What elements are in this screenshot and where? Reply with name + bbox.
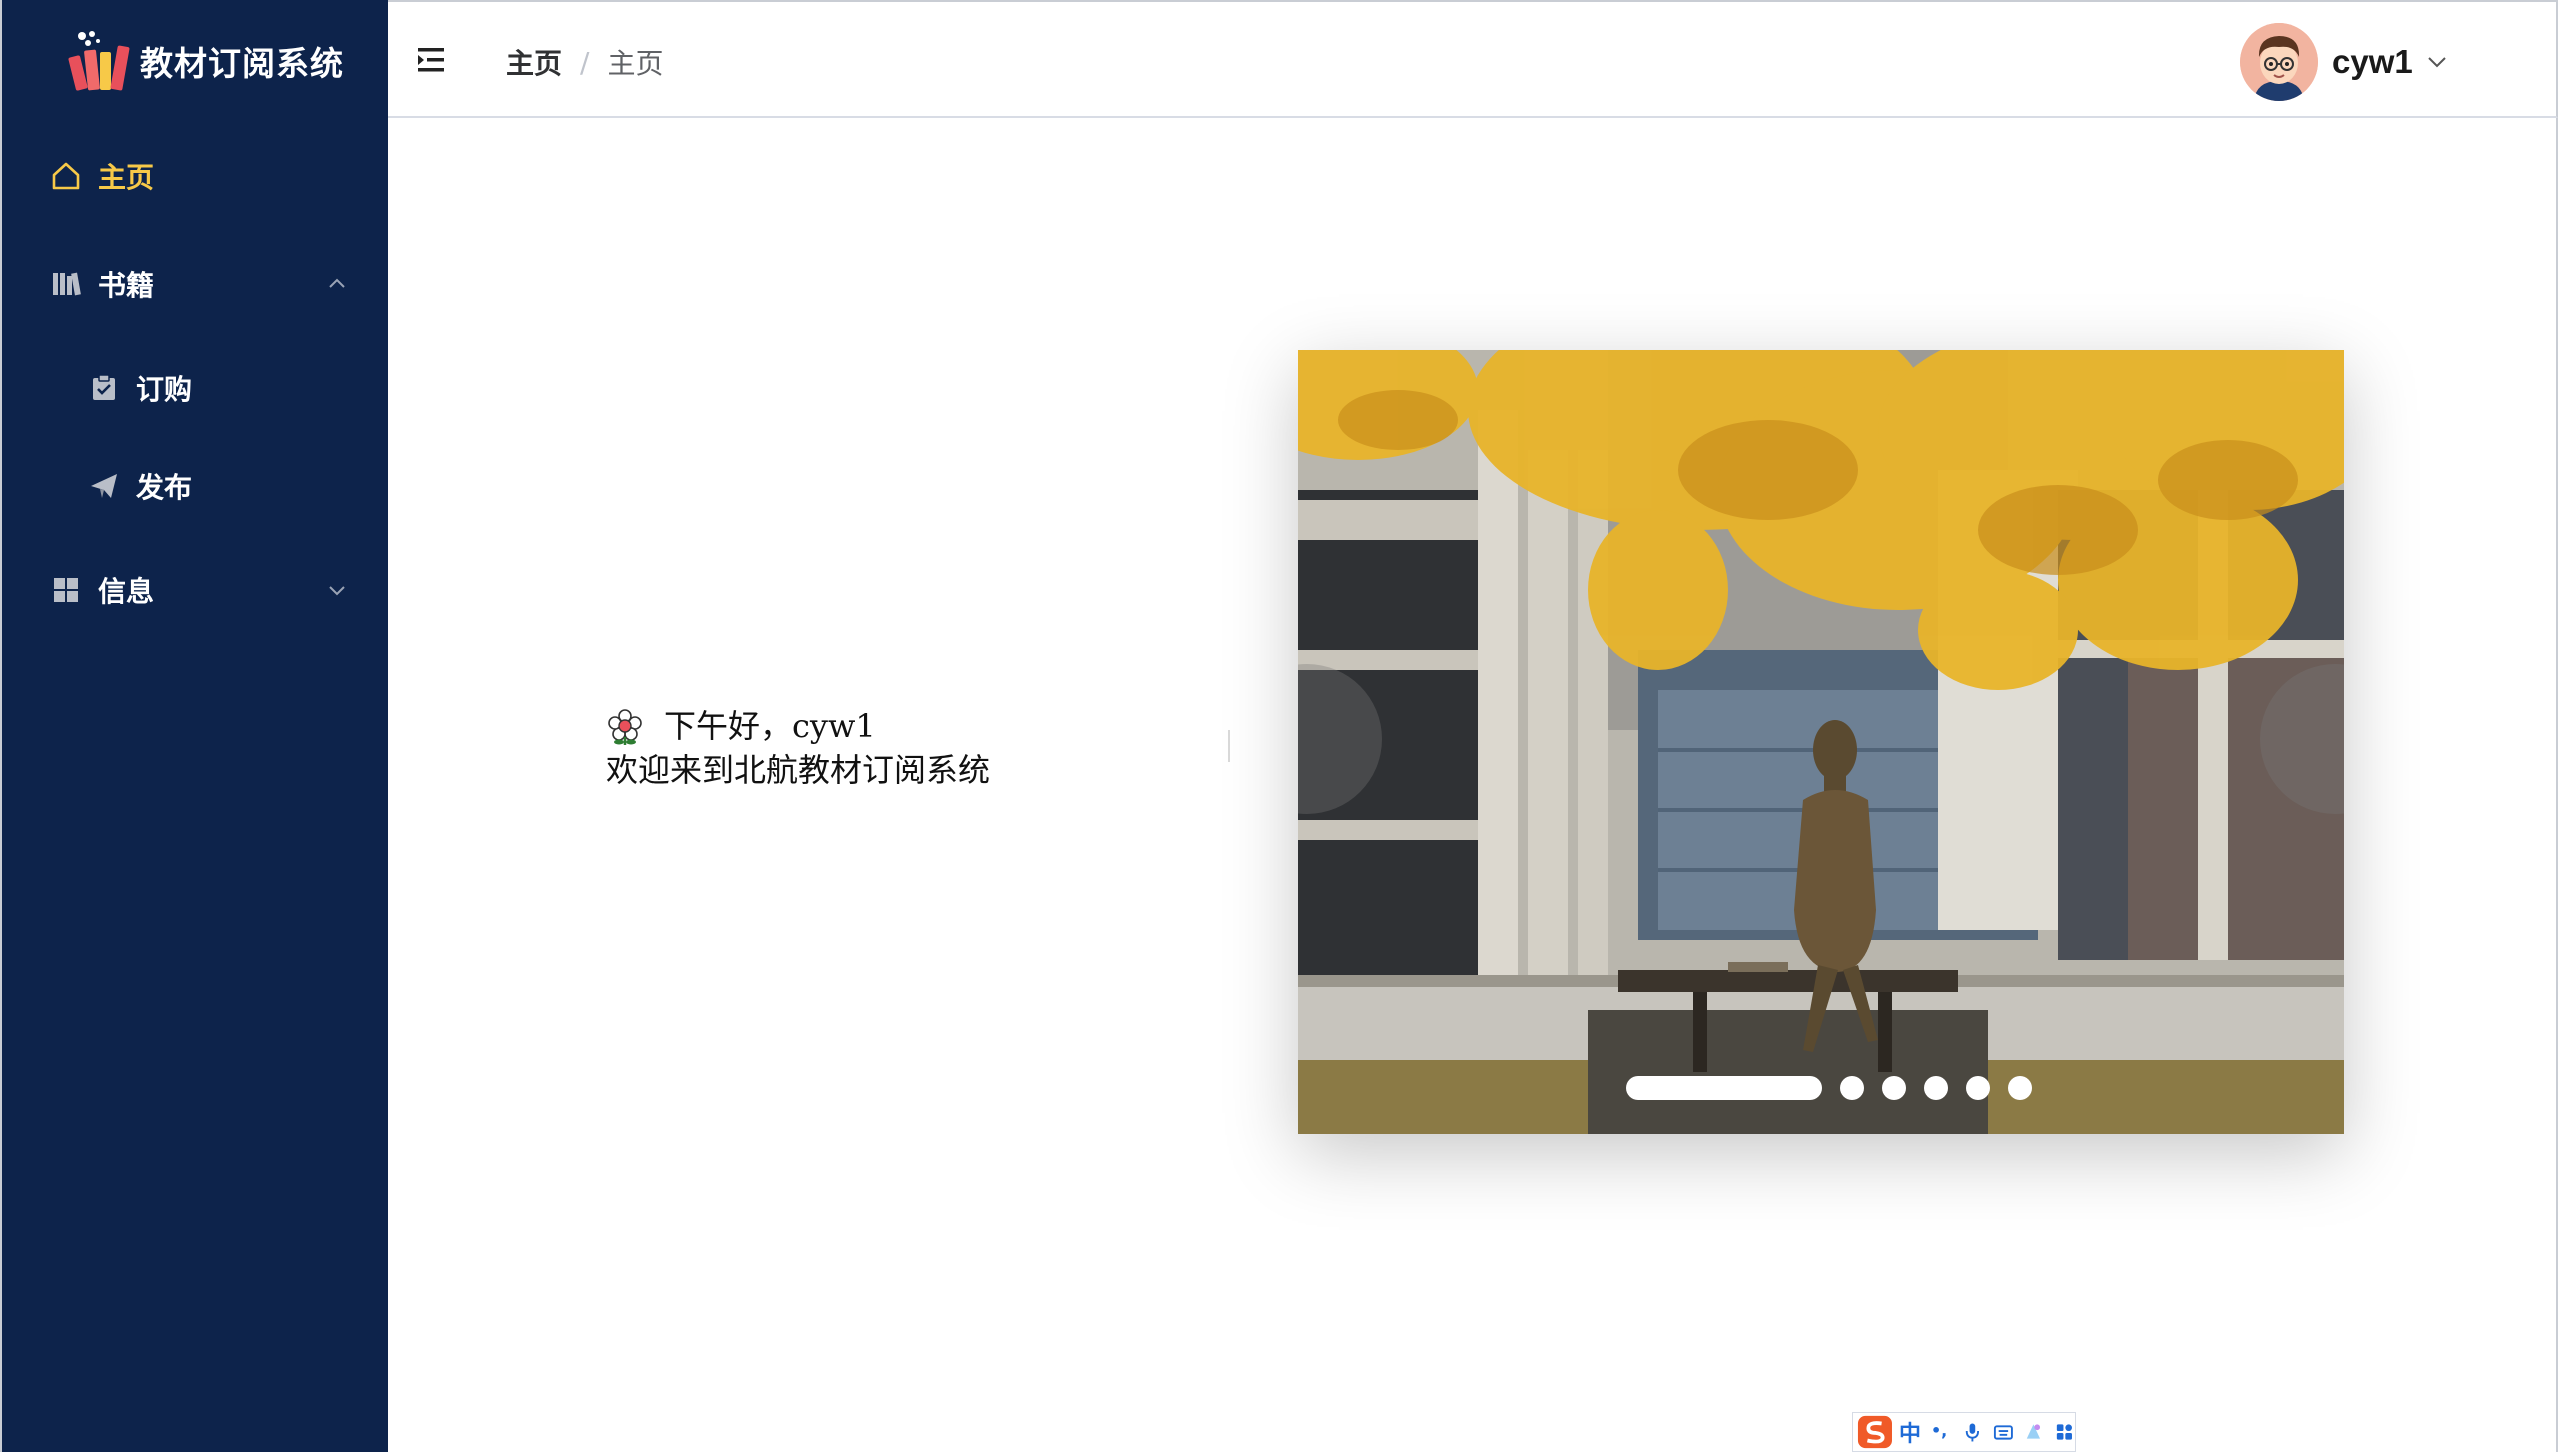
sidebar-item-info[interactable]: 信息: [2, 560, 388, 620]
home-icon: [50, 160, 82, 192]
avatar[interactable]: [2240, 23, 2318, 101]
vertical-divider: [1228, 730, 1230, 762]
breadcrumb-separator: /: [580, 45, 590, 79]
chevron-up-icon: [329, 278, 345, 288]
carousel-indicator-3[interactable]: [1882, 1076, 1906, 1100]
chevron-down-icon: [329, 586, 345, 596]
sidebar-item-label: 发布: [136, 471, 193, 504]
ime-toolbar: 中 •,: [1852, 1412, 2076, 1452]
sidebar: 教材订阅系统 主页 书籍 订购 发布 信息: [0, 0, 388, 1452]
sidebar-item-books[interactable]: 书籍: [2, 254, 388, 314]
username: cyw1: [2332, 43, 2413, 80]
sidebar-item-label: 信息: [98, 575, 155, 608]
logo-books-icon: [68, 31, 130, 91]
greeting-line-1: 下午好，cyw1: [664, 707, 876, 745]
flower-icon: [608, 709, 642, 745]
carousel-indicators: [1626, 1076, 2050, 1100]
sidebar-item-label: 订购: [136, 373, 193, 406]
ime-language-mode[interactable]: 中: [1899, 1416, 1921, 1448]
sidebar-item-label: 书籍: [98, 269, 155, 302]
carousel-indicator-5[interactable]: [1966, 1076, 1990, 1100]
image-carousel[interactable]: [1298, 350, 2344, 1134]
sidebar-item-label: 主页: [98, 161, 155, 194]
skin-icon[interactable]: [2023, 1421, 2044, 1443]
collapse-menu-icon[interactable]: [418, 46, 448, 74]
sidebar-item-order[interactable]: 订购: [2, 358, 388, 418]
books-icon: [50, 268, 82, 300]
keyboard-icon[interactable]: [1993, 1421, 2014, 1443]
carousel-indicator-6[interactable]: [2008, 1076, 2032, 1100]
app-title: 教材订阅系统: [140, 44, 344, 83]
chevron-down-icon: [2428, 57, 2446, 68]
breadcrumb: 主页 / 主页: [506, 42, 663, 82]
clipboard-check-icon: [88, 372, 120, 404]
grid-icon: [50, 574, 82, 606]
welcome-message: 下午好，cyw1 欢迎来到北航教材订阅系统: [606, 704, 990, 792]
breadcrumb-item-current: 主页: [607, 47, 664, 80]
carousel-indicator-2[interactable]: [1840, 1076, 1864, 1100]
paper-plane-icon: [88, 470, 120, 502]
main-content: 下午好，cyw1 欢迎来到北航教材订阅系统: [388, 118, 2558, 1452]
sidebar-item-publish[interactable]: 发布: [2, 456, 388, 516]
greeting-line-2: 欢迎来到北航教材订阅系统: [606, 751, 991, 789]
top-navbar: 主页 / 主页 cyw1: [388, 0, 2558, 118]
app-logo[interactable]: 教材订阅系统: [68, 16, 344, 106]
carousel-indicator-1[interactable]: [1626, 1076, 1822, 1100]
toolbox-grid-icon[interactable]: [2054, 1421, 2075, 1443]
microphone-icon[interactable]: [1962, 1421, 1983, 1443]
campus-statue-photo: [1298, 350, 2344, 1134]
ime-punctuation-toggle[interactable]: •,: [1931, 1421, 1952, 1443]
carousel-indicator-4[interactable]: [1924, 1076, 1948, 1100]
breadcrumb-item-home[interactable]: 主页: [506, 42, 562, 82]
sogou-ime-logo-icon[interactable]: [1857, 1414, 1893, 1450]
sidebar-item-home[interactable]: 主页: [2, 146, 388, 206]
user-dropdown[interactable]: cyw1: [2240, 22, 2449, 102]
